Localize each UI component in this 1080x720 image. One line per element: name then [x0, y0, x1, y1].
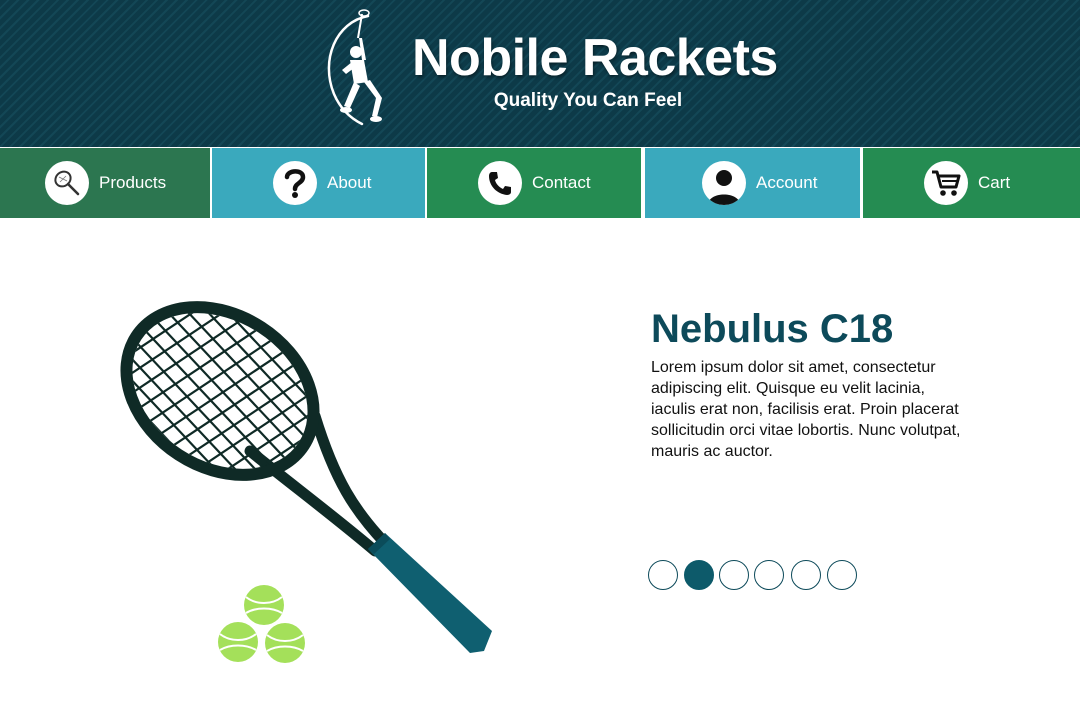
carousel-dot-3[interactable] [719, 560, 749, 590]
phone-icon [478, 161, 522, 205]
nav-item-products[interactable]: Products [0, 148, 210, 218]
tennis-player-icon [327, 9, 382, 126]
carousel-dot-4[interactable] [754, 560, 784, 590]
nav-label-contact: Contact [532, 173, 591, 192]
site-tagline: Quality You Can Feel [493, 90, 683, 111]
nav-label-about: About [327, 173, 372, 192]
nav-item-cart[interactable]: Cart [863, 148, 1080, 218]
carousel-indicators [648, 560, 868, 592]
racket-icon [45, 161, 89, 205]
nav-item-account[interactable]: Account [645, 148, 860, 218]
nav-label-products: Products [99, 173, 167, 192]
carousel-dot-1[interactable] [648, 560, 678, 590]
user-icon [702, 161, 746, 205]
product-description: Lorem ipsum dolor sit amet, consectetur … [651, 359, 961, 460]
carousel-dot-2[interactable] [684, 560, 714, 590]
nav-label-account: Account [756, 173, 818, 192]
question-icon [273, 161, 317, 205]
site-header: Nobile Rackets Quality You Can Feel [0, 0, 1080, 147]
tennis-balls-image [218, 585, 305, 663]
nav-item-about[interactable]: About [212, 148, 425, 218]
product-showcase: Nebulus C18 Lorem ipsum dolor sit amet, … [0, 219, 1080, 720]
main-nav: Products About Contact Account Cart [0, 147, 1080, 219]
carousel-dot-5[interactable] [791, 560, 821, 590]
nav-item-contact[interactable]: Contact [427, 148, 641, 218]
cart-icon [924, 161, 968, 205]
carousel-dot-6[interactable] [827, 560, 857, 590]
site-title: Nobile Rackets [412, 29, 778, 87]
product-title: Nebulus C18 [651, 307, 894, 351]
nav-label-cart: Cart [978, 173, 1011, 192]
